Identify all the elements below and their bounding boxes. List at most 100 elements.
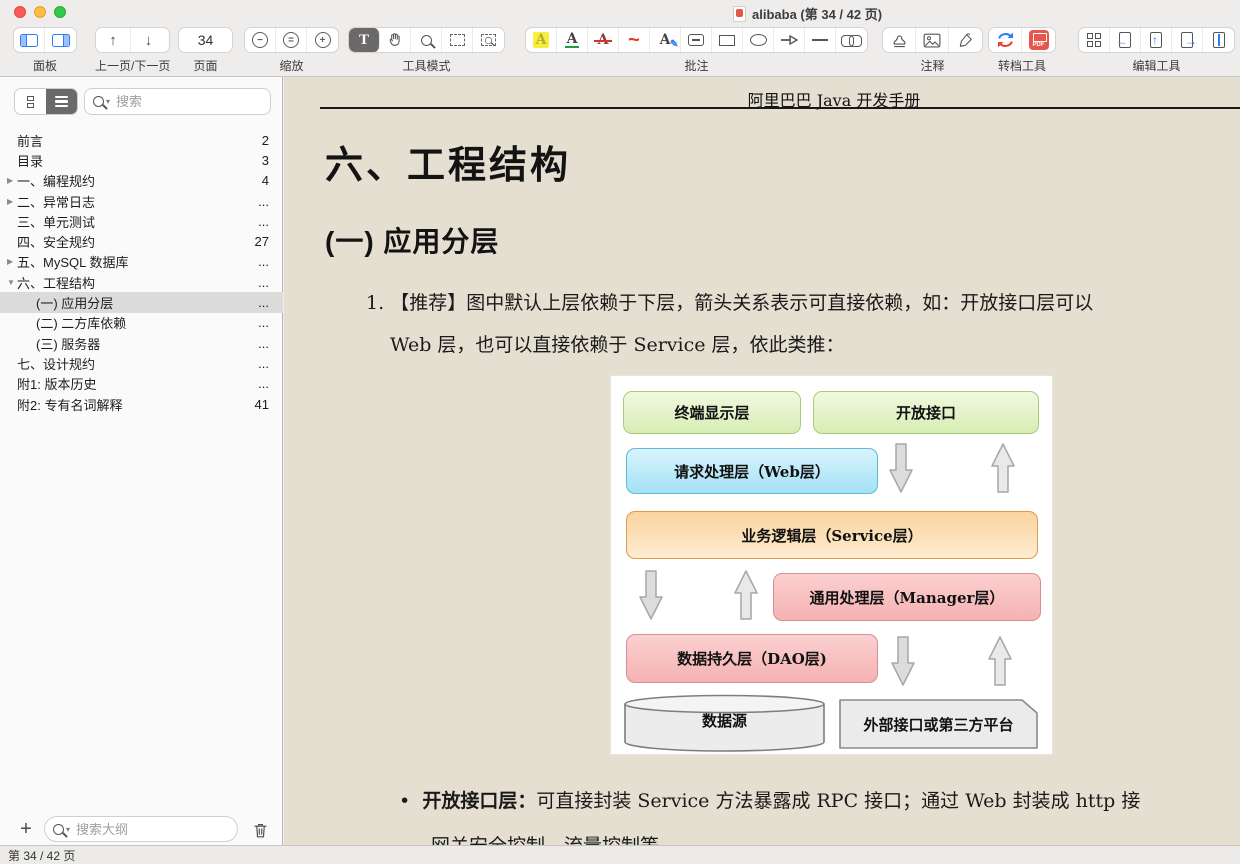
next-page-button[interactable]: ↓	[131, 28, 166, 52]
disclosure-triangle[interactable]: ▼	[0, 278, 17, 287]
toc-item[interactable]: ▶ 二、异常日志...	[0, 191, 283, 211]
up-arrow-icon	[734, 570, 758, 620]
toolbar-group-tool-mode: T 工具模式	[348, 27, 505, 74]
area-select-tool-button[interactable]	[442, 28, 473, 52]
export-pdf-icon: PDF	[1028, 30, 1049, 50]
squiggly-button[interactable]: ~	[619, 28, 650, 52]
image-button[interactable]	[916, 28, 949, 52]
insert-page-icon: ←	[1116, 32, 1131, 48]
toc-item[interactable]: 目录 3	[0, 150, 283, 170]
add-outline-item-button[interactable]: +	[14, 816, 38, 842]
group-label: 上一页/下一页	[95, 59, 171, 73]
section-heading: (一) 应用分层	[325, 226, 500, 257]
signature-button[interactable]	[949, 28, 982, 52]
minimize-window-button[interactable]	[34, 6, 46, 18]
toc-item[interactable]: 四、安全规约 27	[0, 231, 283, 251]
disclosure-triangle[interactable]: ▶	[0, 197, 17, 206]
zoom-fit-icon: =	[283, 32, 299, 48]
line-icon	[812, 39, 828, 41]
up-arrow-icon	[991, 443, 1015, 493]
compress-button[interactable]	[1203, 28, 1234, 52]
toc-item[interactable]: (三) 服务器...	[0, 333, 283, 353]
disclosure-triangle[interactable]: ▶	[0, 176, 17, 185]
insert-page-button[interactable]: ←	[1110, 28, 1141, 52]
bullet-term: 开放接口层：	[422, 790, 537, 812]
window-title: alibaba (第 34 / 42 页)	[733, 4, 882, 23]
previous-page-button[interactable]: ↑	[96, 28, 131, 52]
highlight-button[interactable]: A	[526, 28, 557, 52]
zoom-in-button[interactable]: +	[307, 28, 338, 52]
toc-item-selected[interactable]: (一) 应用分层...	[0, 292, 283, 313]
list-item-line1: 1. 【推荐】图中默认上层依赖于下层，箭头关系表示可直接依赖，如：开放接口层可以	[366, 292, 1094, 314]
toc-item[interactable]: 附1: 版本历史...	[0, 374, 283, 394]
window-title-text: alibaba (第 34 / 42 页)	[752, 7, 883, 22]
diagram-box-terminal-layer: 终端显示层	[623, 391, 801, 434]
chapter-heading: 六、工程结构	[325, 145, 572, 187]
toc-item[interactable]: (二) 二方库依赖...	[0, 313, 283, 333]
extract-pages-icon: →	[1181, 32, 1197, 48]
plus-icon: +	[20, 817, 32, 840]
organize-pages-button[interactable]	[1079, 28, 1110, 52]
disclosure-triangle[interactable]: ▶	[0, 257, 17, 266]
chevron-down-icon: ▾	[66, 824, 71, 834]
toc-item[interactable]: 七、设计规约...	[0, 353, 283, 373]
list-item-number: 1.	[366, 292, 385, 314]
toc-item[interactable]: ▶ 一、编程规约 4	[0, 171, 283, 191]
ellipse-button[interactable]	[743, 28, 774, 52]
export-pdf-button[interactable]: PDF	[1022, 28, 1055, 52]
area-zoom-icon	[481, 34, 496, 46]
toc-item[interactable]: 附2: 专有名词解释 41	[0, 394, 283, 414]
organize-pages-icon	[1086, 32, 1102, 48]
header-rule	[320, 107, 1240, 109]
toc-item[interactable]: 三、单元测试...	[0, 211, 283, 231]
strikethrough-button[interactable]: A	[588, 28, 619, 52]
outline-view-button[interactable]	[46, 89, 77, 114]
down-arrow-icon	[639, 570, 663, 620]
area-zoom-tool-button[interactable]	[473, 28, 504, 52]
group-label: 工具模式	[402, 59, 451, 73]
close-window-button[interactable]	[14, 6, 26, 18]
stamp-button[interactable]	[883, 28, 916, 52]
merge-pages-button[interactable]: ↑	[1141, 28, 1172, 52]
zoom-fit-button[interactable]: =	[276, 28, 307, 52]
toolbar-group-comments: 注释	[882, 27, 983, 74]
zoom-window-button[interactable]	[54, 6, 66, 18]
group-label: 编辑工具	[1132, 59, 1181, 73]
toc-item[interactable]: ▼ 六、工程结构...	[0, 272, 283, 292]
link-button[interactable]	[836, 28, 867, 52]
convert-button[interactable]	[989, 28, 1022, 52]
line-button[interactable]	[805, 28, 836, 52]
group-label: 缩放	[279, 59, 304, 73]
trash-icon	[253, 823, 267, 837]
delete-outline-item-button[interactable]	[248, 818, 272, 842]
toolbar-group-page: 34 页面	[178, 27, 233, 74]
search-input[interactable]	[114, 93, 262, 110]
zoom-out-button[interactable]: −	[245, 28, 276, 52]
text-correction-button[interactable]: A	[650, 28, 681, 52]
status-bar: 第 34 / 42 页	[0, 845, 1240, 864]
toc-item[interactable]: 前言 2	[0, 130, 283, 150]
search-tool-button[interactable]	[411, 28, 442, 52]
rectangle-button[interactable]	[712, 28, 743, 52]
toggle-left-panel-button[interactable]	[14, 28, 45, 52]
thumbnails-view-button[interactable]	[15, 89, 46, 114]
sidebar-search-field[interactable]: ▾	[84, 88, 271, 115]
pdf-page-view[interactable]: 阿里巴巴 Java 开发手册 六、工程结构 (一) 应用分层 1. 【推荐】图中…	[284, 77, 1240, 845]
hand-tool-button[interactable]	[380, 28, 411, 52]
zoom-out-icon: −	[252, 32, 268, 48]
link-icon	[841, 34, 862, 47]
search-icon	[93, 96, 104, 107]
text-select-tool-button[interactable]: T	[349, 28, 380, 52]
extract-pages-button[interactable]: →	[1172, 28, 1203, 52]
page-number-field[interactable]: 34	[179, 28, 232, 52]
toolbar-group-annotate: A A A ~ A 批注	[525, 27, 868, 74]
outline-search-field[interactable]: ▾	[44, 816, 238, 842]
arrow-button[interactable]	[774, 28, 805, 52]
toc-item[interactable]: ▶ 五、MySQL 数据库...	[0, 252, 283, 272]
underline-button[interactable]: A	[557, 28, 588, 52]
note-button[interactable]	[681, 28, 712, 52]
toggle-right-panel-button[interactable]	[45, 28, 76, 52]
highlight-icon: A	[532, 32, 550, 48]
list-item-line2: Web 层，也可以直接依赖于 Service 层，依此类推：	[390, 334, 845, 356]
outline-search-input[interactable]	[74, 820, 229, 838]
